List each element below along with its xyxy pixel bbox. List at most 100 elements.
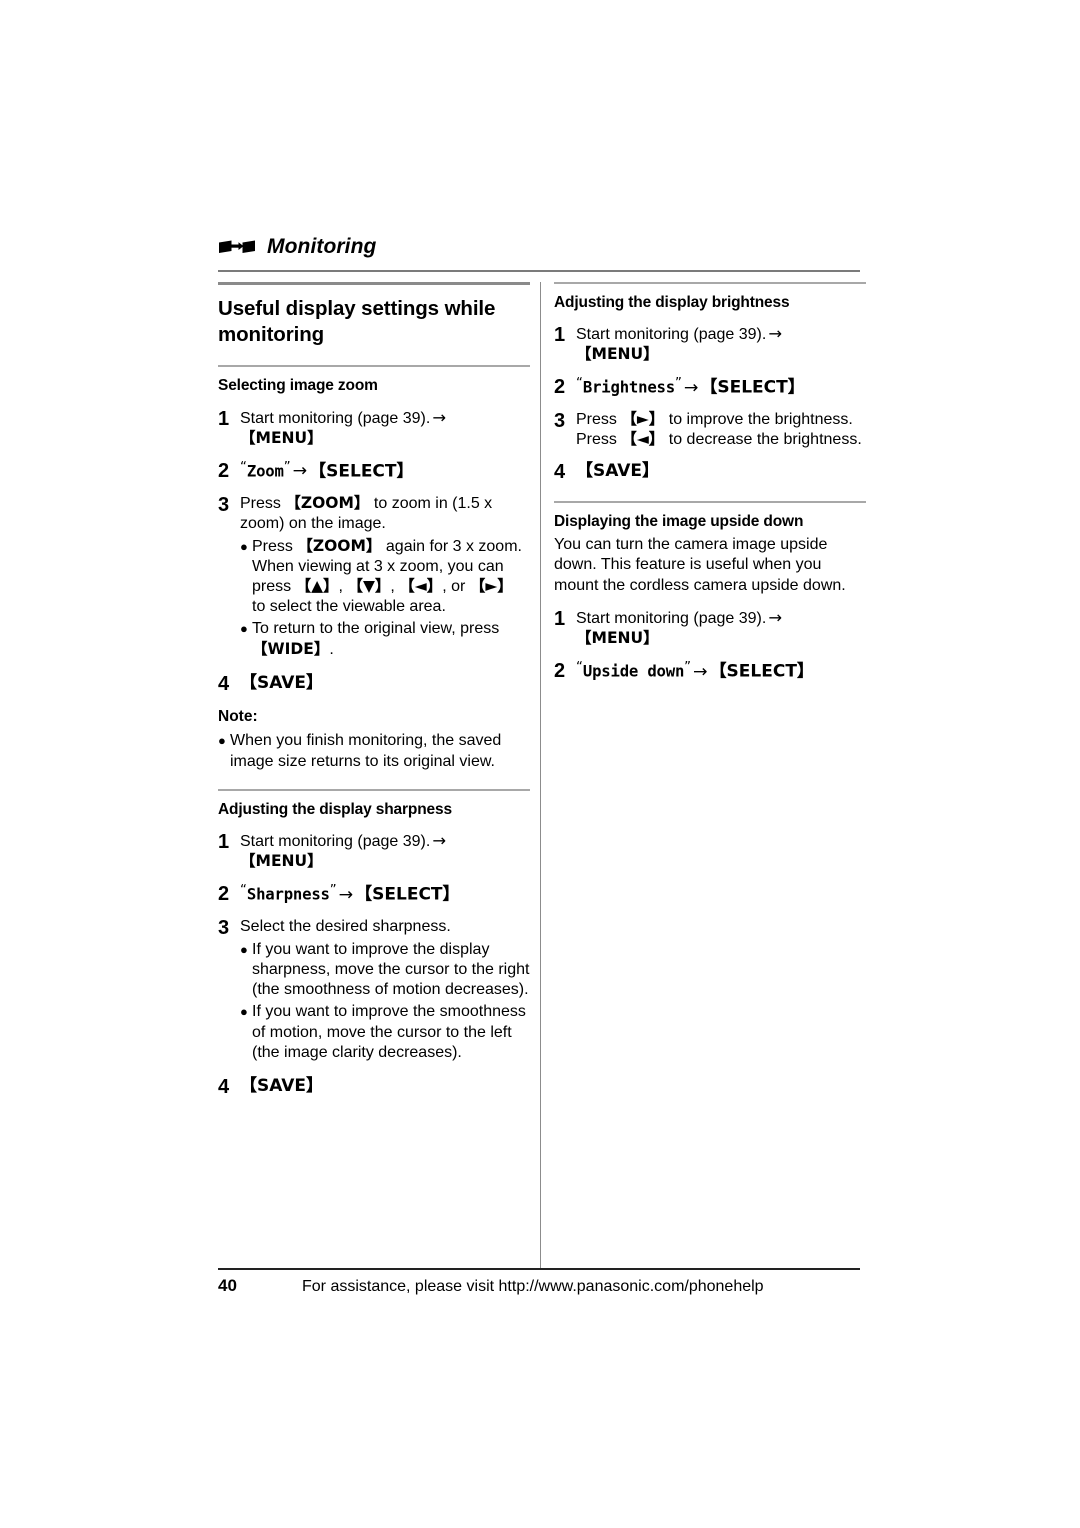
step-number: 4: [218, 1075, 230, 1098]
step-line2-lead: Press: [576, 431, 622, 449]
step-number: 1: [554, 324, 566, 347]
close-quote: ”: [283, 459, 291, 475]
open-quote: “: [576, 660, 583, 676]
section-rule: [218, 282, 530, 285]
footer-assistance-text: For assistance, please visit http://www.…: [302, 1278, 764, 1295]
key-menu: 【MENU】: [240, 851, 323, 870]
note-label: Note:: [218, 708, 258, 726]
subsection-heading-upside-down: Displaying the image upside down: [554, 512, 804, 530]
step-number: 2: [218, 459, 230, 482]
step-number: 1: [218, 830, 230, 853]
step-text: Start monitoring (page 39). → 【MENU】: [576, 324, 866, 365]
subsection-heading-brightness: Adjusting the display brightness: [554, 294, 790, 311]
subsection-rule: [218, 365, 530, 368]
step-number: 3: [218, 493, 230, 516]
monitoring-transfer-icon: [219, 240, 255, 253]
bullet-dot-icon: ●: [218, 733, 226, 749]
bullet-list: ● If you want to improve the display sha…: [240, 940, 530, 1063]
step-lead: Press: [240, 494, 286, 512]
bullet-dot-icon: ●: [240, 941, 248, 957]
step-item: 4 【SAVE】: [218, 673, 530, 696]
key-select: 【SELECT】: [709, 661, 814, 682]
step-text: “Brightness” → 【SELECT】: [576, 376, 866, 398]
step-text: Start monitoring (page 39). → 【MENU】: [240, 831, 530, 872]
key-save: 【SAVE】: [240, 1075, 324, 1096]
arrow-glyph: →: [683, 378, 699, 399]
left-column: Useful display settings while monitoring…: [218, 282, 530, 1109]
bullet-dot-icon: ●: [240, 538, 248, 554]
arrow-glyph: →: [338, 884, 354, 905]
step-text: “Zoom” → 【SELECT】: [240, 460, 530, 482]
key-zoom: 【ZOOM】: [285, 493, 370, 512]
key-zoom: 【ZOOM】: [297, 536, 382, 555]
step-item: 2 “Upside down” → 【SELECT】: [554, 660, 866, 683]
list-item-text: When you finish monitoring, the saved im…: [230, 732, 502, 770]
step-text: 【SAVE】: [240, 1076, 530, 1096]
step-item: 3 Press 【ZOOM】 to zoom in (1.5 x zoom) o…: [218, 494, 530, 662]
running-head-title: Monitoring: [267, 235, 377, 258]
step-line1-tail: to improve the brightness.: [664, 411, 853, 429]
list-item: ● If you want to improve the smoothness …: [240, 1002, 530, 1062]
step-text: Select the desired sharpness. ● If you w…: [240, 917, 530, 1065]
step-text: “Sharpness” → 【SELECT】: [240, 883, 530, 905]
subsection-heading-sharpness: Adjusting the display sharpness: [218, 800, 452, 818]
list-item: ● When you finish monitoring, the saved …: [218, 731, 530, 771]
subsection-rule: [554, 500, 866, 503]
step-text: Press 【ZOOM】 to zoom in (1.5 x zoom) on …: [240, 494, 530, 662]
manual-page: Monitoring Useful display settings while…: [0, 0, 1080, 1528]
list-item-text: To return to the original view, press 【W…: [252, 619, 530, 659]
list-item: ● To return to the original view, press …: [240, 619, 530, 659]
bullet-part-c: to select the viewable area.: [252, 598, 446, 616]
bullet-dot-icon: ●: [240, 621, 248, 637]
page-number: 40: [218, 1276, 237, 1295]
key-menu: 【MENU】: [576, 345, 659, 364]
step-sentence: Start monitoring (page 39).: [576, 326, 767, 344]
subsection-rule: [554, 282, 866, 284]
step-item: 1 Start monitoring (page 39). → 【MENU】: [218, 408, 530, 449]
step-line1-lead: Press: [576, 411, 622, 429]
step-item: 1 Start monitoring (page 39). → 【MENU】: [554, 608, 866, 649]
key-select: 【SELECT】: [309, 461, 414, 482]
bullet-list: ● Press 【ZOOM】 again for 3 x zoom. When …: [240, 537, 530, 660]
subsection-rule: [218, 788, 530, 791]
page-title: Useful display settings while monitoring: [218, 297, 496, 347]
close-quote: ”: [674, 376, 682, 392]
arrow-glyph: →: [432, 830, 446, 850]
key-left: 【◄】: [399, 577, 443, 596]
arrow-glyph: →: [432, 407, 446, 427]
bullet-part-b: .: [329, 640, 334, 658]
step-sentence: Select the desired sharpness.: [240, 917, 451, 935]
subsection-intro: You can turn the camera image upside dow…: [554, 536, 846, 594]
arrow-glyph: →: [768, 324, 782, 344]
close-quote: ”: [329, 883, 337, 899]
menu-item-sharpness: Sharpness: [246, 884, 330, 904]
menu-item-upside-down: Upside down: [582, 661, 685, 681]
key-select: 【SELECT】: [355, 884, 460, 905]
step-number: 4: [554, 461, 566, 484]
list-item-text: If you want to improve the display sharp…: [252, 940, 530, 999]
step-item: 1 Start monitoring (page 39). → 【MENU】: [554, 324, 866, 365]
note-list: ● When you finish monitoring, the saved …: [218, 731, 530, 771]
open-quote: “: [240, 883, 247, 899]
key-save: 【SAVE】: [576, 461, 660, 482]
bullet-dot-icon: ●: [240, 1004, 248, 1020]
step-text: “Upside down” → 【SELECT】: [576, 660, 866, 682]
subsection-heading-zoom: Selecting image zoom: [218, 377, 378, 395]
bullet-part-a: Press: [252, 537, 298, 555]
running-head: Monitoring: [218, 236, 860, 259]
step-item: 2 “Zoom” → 【SELECT】: [218, 460, 530, 483]
bullet-part-a: To return to the original view, press: [252, 620, 500, 638]
step-item: 2 “Brightness” → 【SELECT】: [554, 376, 866, 399]
key-menu: 【MENU】: [576, 629, 659, 648]
key-up: 【▲】: [295, 577, 339, 596]
running-head-rule: [218, 270, 860, 272]
step-item: 2 “Sharpness” → 【SELECT】: [218, 883, 530, 906]
arrow-glyph: →: [768, 608, 782, 628]
step-number: 2: [554, 376, 566, 399]
key-menu: 【MENU】: [240, 428, 323, 447]
arrow-glyph: →: [292, 461, 308, 482]
list-item-text: Press 【ZOOM】 again for 3 x zoom. When vi…: [252, 536, 522, 616]
step-text: Press 【►】 to improve the brightness. Pre…: [576, 410, 866, 450]
step-number: 2: [554, 660, 566, 683]
key-wide: 【WIDE】: [252, 639, 330, 658]
